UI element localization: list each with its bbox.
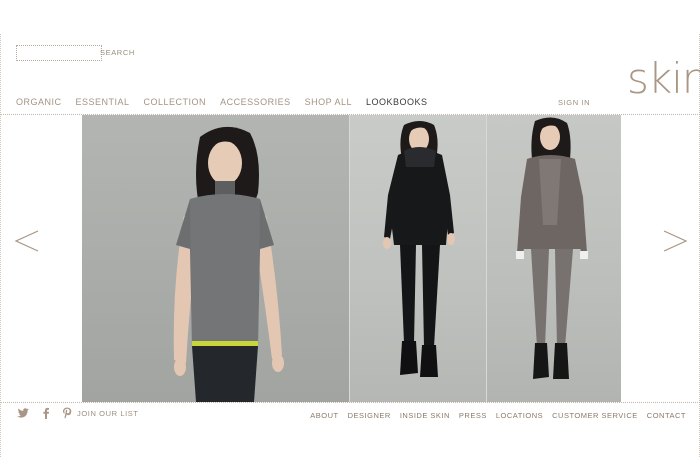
next-arrow-icon[interactable]	[662, 228, 688, 259]
facebook-icon[interactable]	[42, 407, 50, 419]
nav-item-essential[interactable]: ESSENTIAL	[76, 97, 130, 107]
footer-link-inside-skin[interactable]: INSIDE SKIN	[400, 411, 450, 420]
lookbook-photo-1[interactable]	[82, 115, 349, 402]
footer-link-contact[interactable]: CONTACT	[647, 411, 686, 420]
social-icons	[16, 407, 72, 419]
lookbook-gallery	[82, 115, 621, 402]
model-grey-wrap-cardigan-illustration	[515, 117, 588, 379]
pinterest-icon[interactable]	[62, 407, 72, 419]
nav-item-organic[interactable]: ORGANIC	[16, 97, 62, 107]
main-nav: ORGANIC ESSENTIAL COLLECTION ACCESSORIES…	[16, 97, 442, 107]
nav-item-lookbooks[interactable]: LOOKBOOKS	[366, 97, 428, 107]
footer-nav: ABOUT DESIGNER INSIDE SKIN PRESS LOCATIO…	[301, 411, 686, 420]
twitter-icon[interactable]	[16, 407, 30, 419]
left-border-line	[0, 34, 1, 457]
footer-link-customer-service[interactable]: CUSTOMER SERVICE	[552, 411, 638, 420]
footer-link-about[interactable]: ABOUT	[310, 411, 338, 420]
model-grey-knit-tee-illustration	[173, 126, 284, 402]
lookbook-photo-3[interactable]	[485, 115, 621, 402]
model-black-hoodie-illustration	[383, 121, 455, 377]
footer-link-designer[interactable]: DESIGNER	[348, 411, 391, 420]
footer-link-press[interactable]: PRESS	[459, 411, 487, 420]
join-our-list-link[interactable]: JOIN OUR LIST	[77, 409, 139, 418]
footer-divider	[0, 402, 700, 403]
nav-item-shop-all[interactable]: SHOP ALL	[305, 97, 352, 107]
nav-item-collection[interactable]: COLLECTION	[144, 97, 207, 107]
footer-link-locations[interactable]: LOCATIONS	[496, 411, 543, 420]
nav-item-accessories[interactable]: ACCESSORIES	[220, 97, 291, 107]
skin-logo[interactable]: skin	[627, 58, 700, 100]
search-input[interactable]	[16, 45, 102, 61]
search-button[interactable]: SEARCH	[100, 48, 135, 57]
lookbook-photo-2[interactable]	[349, 115, 486, 402]
sign-in-link[interactable]: SIGN IN	[558, 98, 590, 107]
previous-arrow-icon[interactable]	[14, 228, 40, 259]
